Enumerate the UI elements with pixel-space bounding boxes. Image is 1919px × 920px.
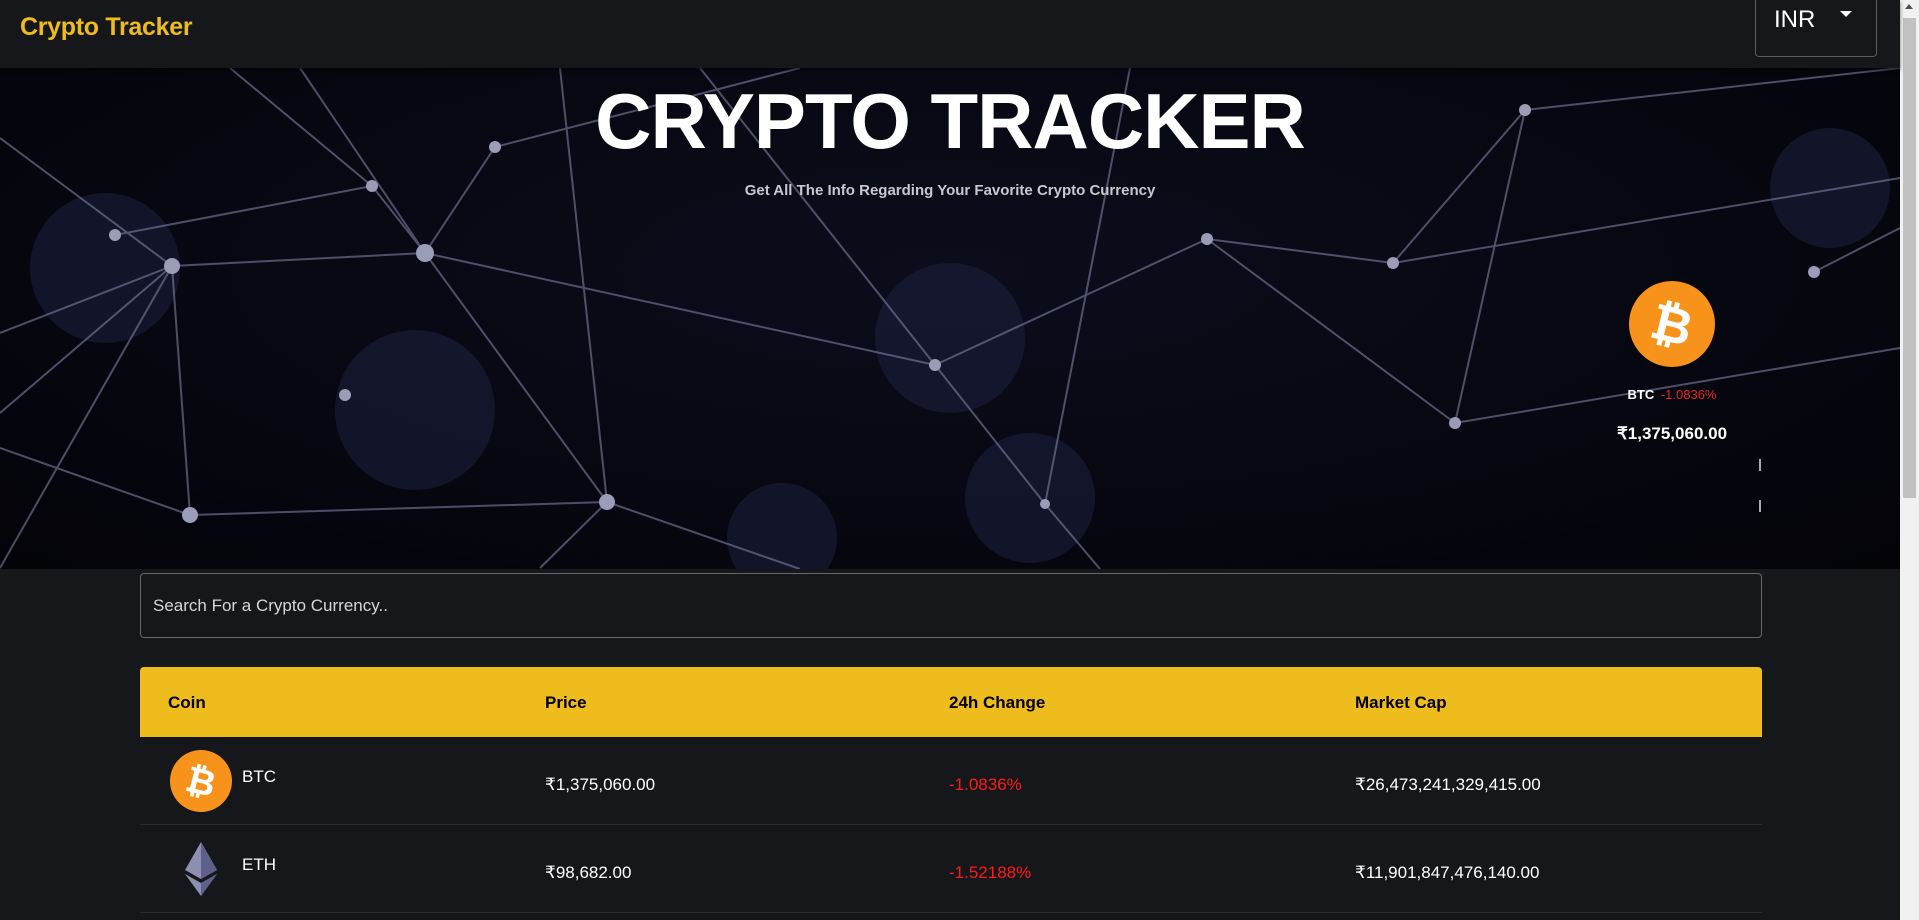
coin-price: ₹98,682.00 xyxy=(545,863,632,882)
carousel-item-btc[interactable]: ₿ BTC -1.0836% ₹1,375,060.00 xyxy=(1612,281,1732,444)
chevron-down-icon xyxy=(1840,11,1852,17)
carousel-meta: BTC -1.0836% xyxy=(1612,387,1732,402)
coin-market-cap: ₹11,901,847,476,140.00 xyxy=(1355,863,1540,882)
coin-price: ₹1,375,060.00 xyxy=(545,775,656,794)
bitcoin-icon: ₿ xyxy=(1629,281,1715,367)
carousel-change: -1.0836% xyxy=(1660,387,1717,402)
header-market-cap: Market Cap xyxy=(1355,693,1447,712)
coin-change: -1.52188% xyxy=(949,863,1032,882)
table-header: Coin Price 24h Change Market Cap xyxy=(140,667,1762,737)
bitcoin-icon: ₿ xyxy=(170,750,232,812)
currency-select[interactable]: INR xyxy=(1755,0,1877,57)
carousel-next-item-edge xyxy=(1759,459,1761,471)
ethereum-icon xyxy=(185,842,217,896)
search-field[interactable] xyxy=(140,573,1762,638)
coin-market-cap: ₹26,473,241,329,415.00 xyxy=(1355,775,1541,794)
hero-subtitle: Get All The Info Regarding Your Favorite… xyxy=(744,182,1156,199)
header-price: Price xyxy=(545,693,587,712)
scroll-up-icon[interactable] xyxy=(1905,4,1913,9)
carousel-next-item-edge xyxy=(1759,500,1761,512)
scrollbar-thumb[interactable] xyxy=(1903,18,1916,498)
app-header: Crypto Tracker INR xyxy=(0,0,1900,68)
carousel-price: ₹1,375,060.00 xyxy=(1616,424,1728,443)
coin-table: Coin Price 24h Change Market Cap ₿ BTC ₹… xyxy=(140,667,1762,913)
table-row[interactable]: ₿ BTC ₹1,375,060.00 -1.0836% ₹26,473,241… xyxy=(140,737,1762,825)
carousel-symbol: BTC xyxy=(1627,387,1655,402)
table-row[interactable]: ETH ₹98,682.00 -1.52188% ₹11,901,847,476… xyxy=(140,825,1762,913)
header-24h-change: 24h Change xyxy=(949,693,1046,712)
header-coin: Coin xyxy=(168,693,206,712)
page-scrollbar[interactable] xyxy=(1900,0,1919,920)
brand-title[interactable]: Crypto Tracker xyxy=(20,13,193,42)
search-input[interactable] xyxy=(141,574,1761,637)
currency-value: INR xyxy=(1774,6,1816,33)
hero-banner: CRYPTO TRACKER Get All The Info Regardin… xyxy=(0,68,1900,569)
coin-symbol: BTC xyxy=(242,767,276,786)
coin-change: -1.0836% xyxy=(949,775,1022,794)
coin-symbol: ETH xyxy=(242,855,276,874)
hero-title: CRYPTO TRACKER xyxy=(595,77,1306,165)
